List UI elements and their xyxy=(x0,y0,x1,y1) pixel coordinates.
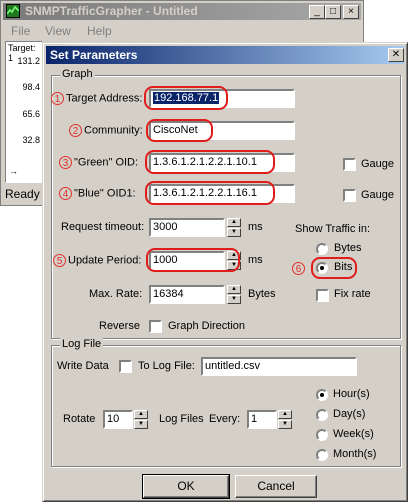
spin-up-icon[interactable]: ▲ xyxy=(227,251,241,260)
weeks-radio-label: Week(s) xyxy=(333,428,374,440)
log-files-label: Log Files xyxy=(159,413,204,425)
marker-3: 3 xyxy=(59,156,72,169)
max-rate-field[interactable]: 16384 xyxy=(149,285,225,304)
days-radio-label: Day(s) xyxy=(333,408,366,420)
blue-oid-field[interactable]: 1.3.6.1.2.1.2.2.1.16.1 xyxy=(149,184,295,203)
bg-window-title: SNMPTrafficGrapher - Untitled xyxy=(25,4,198,18)
to-log-file-label: To Log File: xyxy=(138,360,195,372)
max-rate-label: Max. Rate: xyxy=(89,288,143,300)
every-value-field[interactable]: 1 xyxy=(247,410,277,429)
blue-gauge-checkbox[interactable] xyxy=(343,189,356,202)
write-data-label: Write Data xyxy=(57,360,109,372)
max-rate-spinner[interactable]: ▲ ▼ xyxy=(227,285,241,304)
target-address-label: 1 Target Address: xyxy=(51,92,142,105)
plot-value: 98.4 xyxy=(22,82,40,92)
marker-4: 4 xyxy=(59,187,72,200)
update-period-spinner[interactable]: ▲ ▼ xyxy=(227,251,241,270)
cancel-button[interactable]: Cancel xyxy=(235,475,317,498)
update-period-field[interactable]: 1000 xyxy=(149,251,225,270)
dialog-close-button[interactable]: ✕ xyxy=(388,48,404,62)
marker-2: 2 xyxy=(69,124,82,137)
graph-direction-checkbox[interactable] xyxy=(149,320,162,333)
menu-file[interactable]: File xyxy=(11,24,30,38)
update-unit-label: ms xyxy=(248,254,263,266)
graph-direction-label: Graph Direction xyxy=(168,320,246,332)
log-file-name-field[interactable]: untitled.csv xyxy=(201,357,357,376)
arrow-right-icon: → xyxy=(9,166,18,176)
status-bar-text: Ready xyxy=(5,187,40,201)
plot-value: 32.8 xyxy=(22,135,40,145)
plot-value: 65.6 xyxy=(22,109,40,119)
bytes-radio[interactable] xyxy=(316,243,328,255)
bits-radio-label: Bits xyxy=(334,261,353,273)
fix-rate-checkbox[interactable] xyxy=(316,289,329,302)
spin-up-icon[interactable]: ▲ xyxy=(227,218,241,227)
green-gauge-checkbox[interactable] xyxy=(343,158,356,171)
menu-view[interactable]: View xyxy=(45,24,71,38)
green-oid-label: 3 "Green" OID: xyxy=(59,156,138,169)
request-timeout-field[interactable]: 3000 xyxy=(149,218,225,237)
spin-down-icon[interactable]: ▼ xyxy=(227,228,241,237)
dialog-title: Set Parameters xyxy=(50,48,138,62)
bg-close-button[interactable]: × xyxy=(343,5,359,19)
community-label: 2 Community: xyxy=(69,124,143,137)
marker-5: 5 xyxy=(53,254,66,267)
graph-group-label: Graph xyxy=(60,68,95,80)
fix-rate-label: Fix rate xyxy=(334,288,371,300)
timeout-unit-label: ms xyxy=(248,221,263,233)
show-traffic-label: Show Traffic in: xyxy=(295,223,370,235)
marker-6-wrap: 6 xyxy=(292,262,307,275)
blue-oid-label: 4 "Blue" OID1: xyxy=(59,187,136,200)
green-gauge-label: Gauge xyxy=(361,158,395,170)
community-field[interactable]: CiscoNet xyxy=(149,121,295,140)
green-oid-field[interactable]: 1.3.6.1.2.1.2.2.1.10.1 xyxy=(149,153,295,172)
ok-button[interactable]: OK xyxy=(142,474,230,499)
traffic-plot-area: Target: 1 131.2 98.4 65.6 32.8 → xyxy=(5,41,43,183)
write-data-checkbox[interactable] xyxy=(119,360,132,373)
menu-help[interactable]: Help xyxy=(87,24,112,38)
days-radio[interactable] xyxy=(316,409,328,421)
target-address-field[interactable]: 192.168.77.1 xyxy=(149,89,295,108)
marker-1: 1 xyxy=(51,92,64,105)
request-timeout-spinner[interactable]: ▲ ▼ xyxy=(227,218,241,237)
rotate-count-field[interactable]: 10 xyxy=(103,410,133,429)
rotate-count-spinner[interactable]: ▲ ▼ xyxy=(134,410,148,429)
bits-radio[interactable] xyxy=(316,262,328,274)
months-radio-label: Month(s) xyxy=(333,448,377,460)
maximize-button[interactable]: □ xyxy=(325,5,341,19)
bytes-radio-label: Bytes xyxy=(334,242,362,254)
hours-radio[interactable] xyxy=(316,389,328,401)
rate-unit-label: Bytes xyxy=(248,288,276,300)
spin-up-icon[interactable]: ▲ xyxy=(278,410,292,419)
request-timeout-label: Request timeout: xyxy=(61,221,145,233)
rotate-label: Rotate xyxy=(63,413,96,425)
dialog-title-bar: Set Parameters ✕ xyxy=(46,46,404,64)
months-radio[interactable] xyxy=(316,449,328,461)
hours-radio-label: Hour(s) xyxy=(333,388,370,400)
spin-down-icon[interactable]: ▼ xyxy=(278,420,292,429)
weeks-radio[interactable] xyxy=(316,429,328,441)
set-parameters-dialog: Set Parameters ✕ Graph 1 Target Address: … xyxy=(42,42,408,502)
spin-down-icon[interactable]: ▼ xyxy=(227,295,241,304)
marker-6: 6 xyxy=(292,262,305,275)
spin-down-icon[interactable]: ▼ xyxy=(227,261,241,270)
app-graph-icon xyxy=(6,4,20,18)
blue-gauge-label: Gauge xyxy=(361,189,395,201)
every-label: Every: xyxy=(209,413,241,425)
plot-value: 131.2 xyxy=(17,56,40,66)
log-file-group-label: Log File xyxy=(60,338,104,350)
bg-title-bar: SNMPTrafficGrapher - Untitled _ □ × xyxy=(3,3,361,20)
reverse-label: Reverse xyxy=(99,320,140,332)
spin-up-icon[interactable]: ▲ xyxy=(134,410,148,419)
every-value-spinner[interactable]: ▲ ▼ xyxy=(278,410,292,429)
update-period-label: 5 Update Period: xyxy=(53,254,141,267)
spin-up-icon[interactable]: ▲ xyxy=(227,285,241,294)
minimize-button[interactable]: _ xyxy=(309,5,325,19)
spin-down-icon[interactable]: ▼ xyxy=(134,420,148,429)
